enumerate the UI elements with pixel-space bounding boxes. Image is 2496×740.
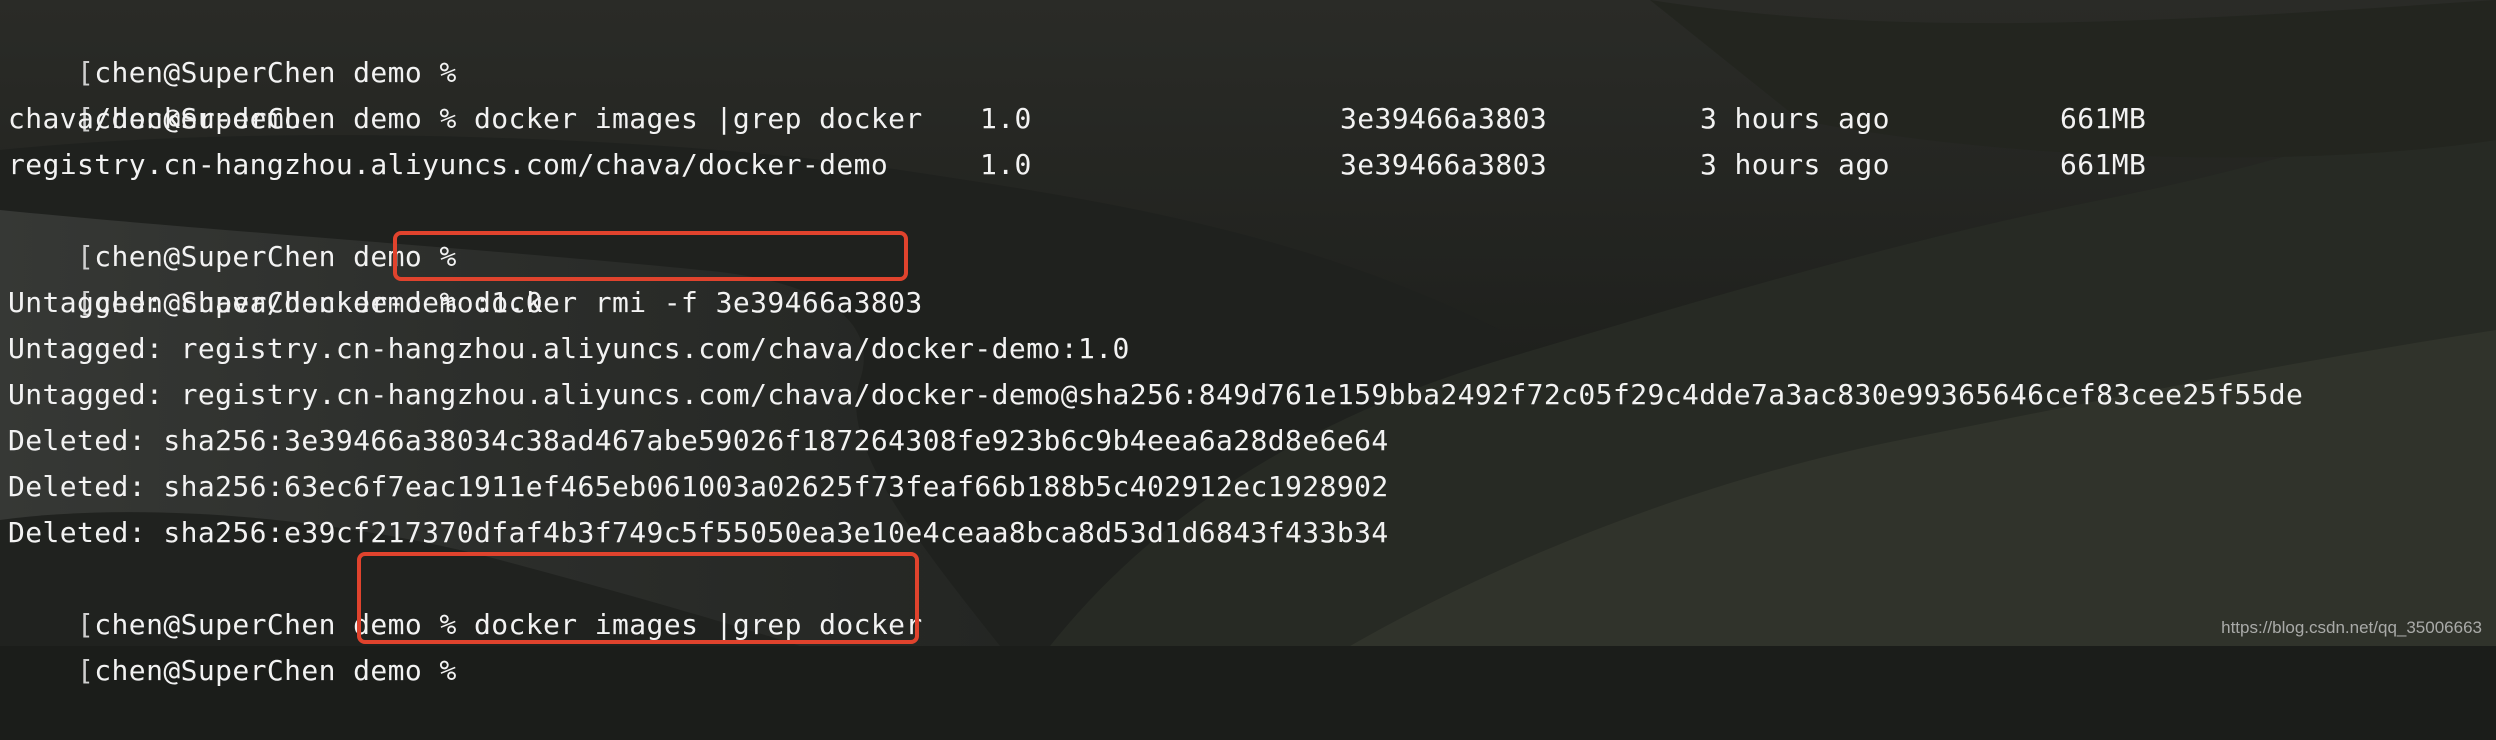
- image-tag: 1.0: [980, 102, 1032, 135]
- output-line: Untagged: registry.cn-hangzhou.aliyuncs.…: [8, 332, 1130, 365]
- image-id: 3e39466a3803: [1340, 102, 1548, 135]
- image-id: 3e39466a3803: [1340, 148, 1548, 181]
- image-tag: 1.0: [980, 148, 1032, 181]
- image-repository: chava/docker-demo: [8, 102, 302, 135]
- image-repository: registry.cn-hangzhou.aliyuncs.com/chava/…: [8, 148, 889, 181]
- image-size: 661MB: [2060, 102, 2147, 135]
- image-created: 3 hours ago: [1700, 148, 1890, 181]
- highlight-box-empty-result: [357, 552, 919, 644]
- output-line: Deleted: sha256:63ec6f7eac1911ef465eb061…: [8, 470, 1389, 503]
- output-line: Untagged: chava/docker-demo:1.0: [8, 286, 543, 319]
- shell-prompt: chen@SuperChen demo: [94, 654, 423, 687]
- shell-command: %: [439, 654, 457, 687]
- output-line: Deleted: sha256:e39cf217370dfaf4b3f749c5…: [8, 516, 1389, 549]
- output-line: Deleted: sha256:3e39466a38034c38ad467abe…: [8, 424, 1389, 457]
- terminal-window[interactable]: [chen@SuperChen demo % [chen@SuperChen d…: [0, 0, 2496, 687]
- terminal-line-prompt: [chen@SuperChen demo %: [8, 188, 457, 273]
- highlight-box-rmi-command: [393, 231, 908, 281]
- image-size: 661MB: [2060, 148, 2147, 181]
- image-table-row: registry.cn-hangzhou.aliyuncs.com/chava/…: [8, 142, 2488, 188]
- line-marker: [: [77, 654, 95, 687]
- terminal-line-prompt: [chen@SuperChen demo %: [8, 4, 457, 89]
- image-table-row: chava/docker-demo 1.0 3e39466a3803 3 hou…: [8, 96, 2488, 142]
- terminal-line-command: [chen@SuperChen demo % docker images |gr…: [8, 50, 923, 135]
- image-created: 3 hours ago: [1700, 102, 1890, 135]
- output-line: Untagged: registry.cn-hangzhou.aliyuncs.…: [8, 378, 2304, 411]
- watermark: https://blog.csdn.net/qq_35006663: [2221, 618, 2482, 637]
